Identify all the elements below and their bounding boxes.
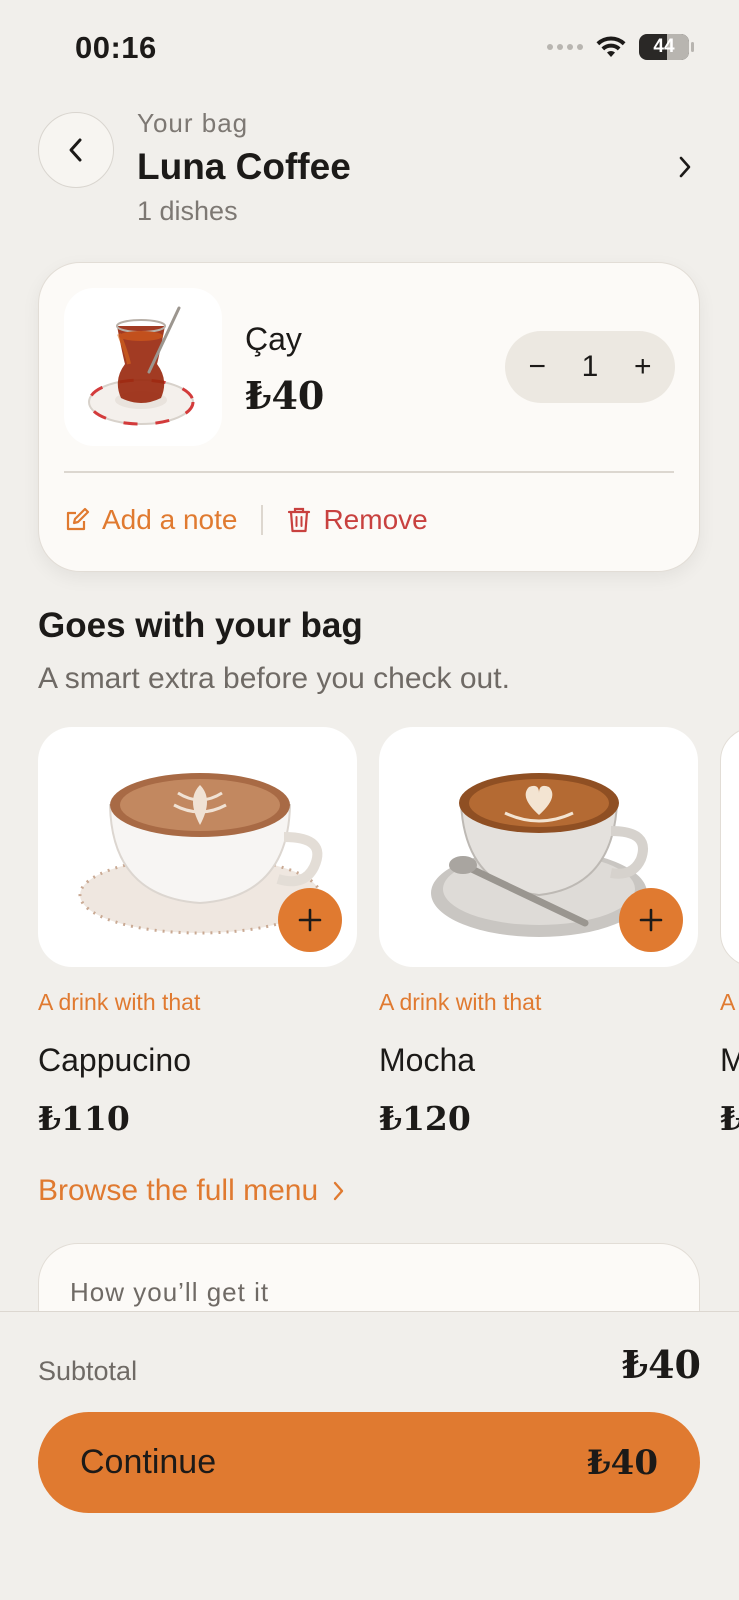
remove-label: Remove — [323, 504, 428, 535]
reco-card-mocha[interactable]: A drink with that Mocha ₺120 — [379, 727, 698, 1138]
chevron-left-icon — [69, 138, 82, 162]
edit-note-icon — [66, 507, 90, 531]
trash-icon — [288, 507, 311, 533]
continue-label: Continue — [80, 1443, 217, 1481]
restaurant-title[interactable]: Luna Coffee — [137, 146, 351, 188]
back-button[interactable] — [38, 112, 114, 188]
section-subtitle: A smart extra before you check out. — [38, 662, 510, 695]
cellular-signal-icon — [547, 44, 583, 50]
quantity-value: 1 — [581, 350, 599, 383]
mocha-image — [379, 727, 698, 967]
section-title: Goes with your bag — [38, 606, 363, 645]
continue-price: ₺40 — [587, 1442, 658, 1483]
status-time: 00:16 — [75, 30, 157, 65]
chevron-right-icon — [333, 1181, 344, 1201]
plus-icon — [639, 908, 663, 932]
recommendation-carousel[interactable]: A drink with that Cappucino ₺110 A drink… — [38, 727, 739, 1147]
subtotal-label: Subtotal — [38, 1356, 138, 1386]
item-name: Çay — [245, 321, 302, 357]
quantity-stepper: − 1 + — [505, 331, 675, 403]
reco-card-partial[interactable]: A M ₺ — [720, 727, 739, 1138]
reco-tag: A — [720, 989, 736, 1015]
checkout-footer: Subtotal ₺40 Continue ₺40 — [0, 1311, 739, 1600]
add-note-button[interactable]: Add a note — [64, 504, 237, 536]
reco-tag: A drink with that — [379, 989, 542, 1015]
reco-tag: A drink with that — [38, 989, 201, 1015]
decrement-button[interactable]: − — [517, 350, 557, 384]
item-price: ₺40 — [245, 373, 325, 418]
reco-name: Cappucino — [38, 1042, 191, 1078]
add-mocha-button[interactable] — [619, 888, 683, 952]
browse-menu-label: Browse the full menu — [38, 1174, 319, 1207]
divider — [64, 471, 674, 473]
header-subtitle: Your bag — [137, 108, 249, 138]
add-note-label: Add a note — [102, 504, 238, 535]
increment-button[interactable]: + — [623, 350, 663, 384]
reco-card-cappucino[interactable]: A drink with that Cappucino ₺110 — [38, 727, 357, 1138]
wifi-icon — [596, 36, 626, 57]
dish-count: 1 dishes — [137, 196, 238, 226]
battery-icon: 44 — [639, 34, 694, 60]
tea-image — [64, 288, 222, 446]
battery-level: 44 — [653, 36, 675, 57]
bag-item-card: Çay ₺40 − 1 + Add a note Remove — [38, 262, 700, 572]
subtotal-value: ₺40 — [621, 1342, 701, 1387]
chevron-right-icon[interactable] — [670, 152, 700, 182]
remove-button[interactable]: Remove — [287, 504, 428, 536]
browse-menu-link[interactable]: Browse the full menu — [38, 1174, 346, 1208]
reco-name: Mocha — [379, 1042, 476, 1078]
item-actions: Add a note Remove — [64, 495, 428, 545]
cappucino-image — [38, 727, 357, 967]
fulfillment-label: How you’ll get it — [70, 1277, 270, 1307]
status-icons: 44 — [547, 34, 694, 60]
reco-price: ₺ — [720, 1099, 739, 1138]
add-cappucino-button[interactable] — [278, 888, 342, 952]
reco-price: ₺110 — [38, 1099, 130, 1138]
continue-button[interactable]: Continue ₺40 — [38, 1412, 700, 1513]
reco-image-partial — [720, 727, 739, 967]
status-bar: 00:16 44 — [0, 0, 739, 96]
reco-price: ₺120 — [379, 1099, 471, 1138]
plus-icon — [298, 908, 322, 932]
reco-name: M — [720, 1042, 739, 1078]
action-separator — [261, 505, 264, 535]
header: Your bag Luna Coffee 1 dishes — [38, 108, 700, 238]
